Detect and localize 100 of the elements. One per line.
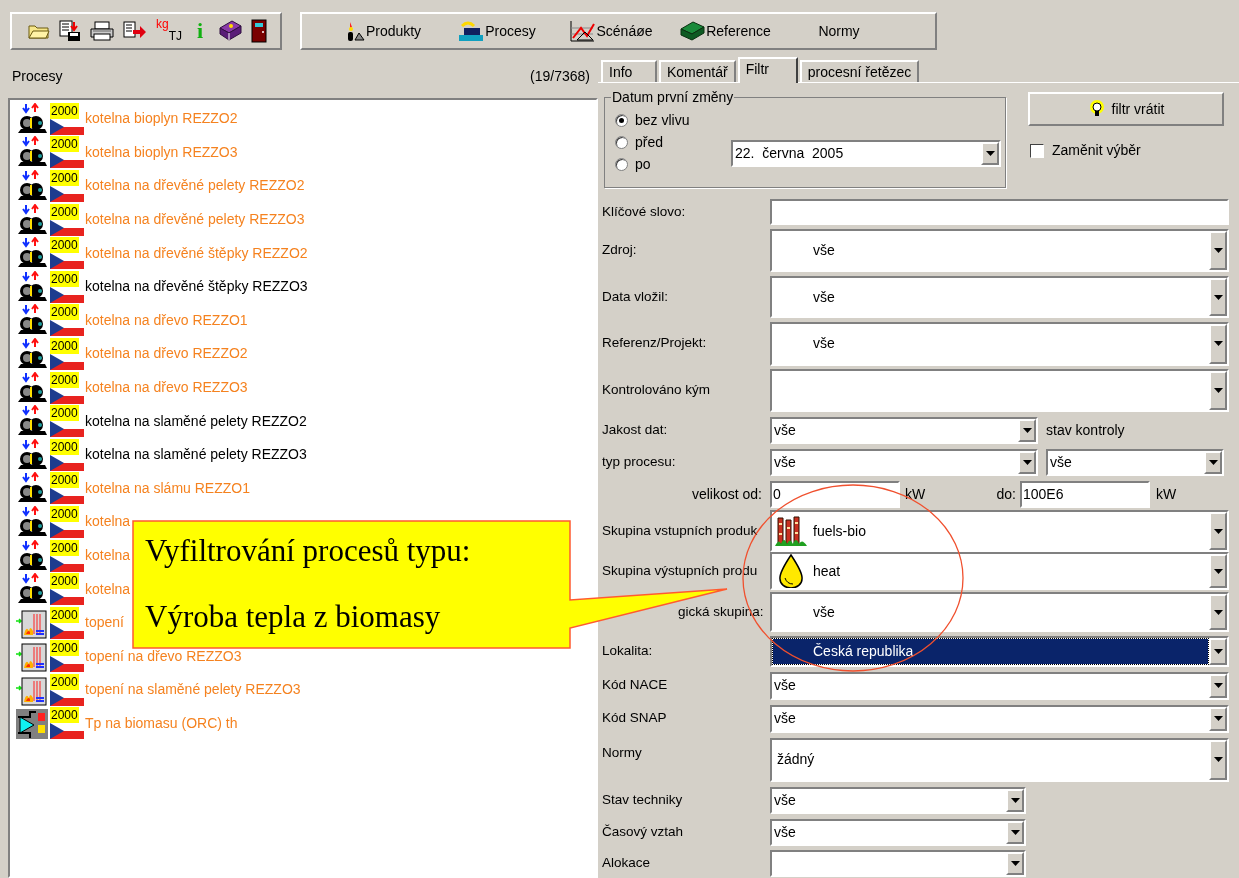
dropdown-button[interactable] bbox=[1209, 638, 1227, 665]
input-field[interactable] bbox=[770, 199, 1229, 225]
dropdown-button[interactable] bbox=[1006, 852, 1024, 875]
dropdown-field[interactable] bbox=[770, 850, 1026, 877]
caret-icon bbox=[1022, 460, 1032, 465]
field-label: Referenz/Projekt: bbox=[602, 334, 708, 353]
dropdown-button[interactable] bbox=[1209, 512, 1227, 550]
dropdown-button[interactable] bbox=[1209, 594, 1227, 630]
flag-icon bbox=[50, 521, 84, 538]
caret-icon bbox=[1213, 341, 1223, 346]
caret-icon bbox=[1213, 388, 1223, 393]
radio-label: po bbox=[635, 154, 651, 174]
process-name[interactable]: kotelna na slaměné pelety REZZO3 bbox=[85, 444, 307, 466]
boiler-icon bbox=[16, 170, 48, 202]
dropdown-field[interactable]: vše bbox=[1046, 449, 1224, 476]
flag-icon bbox=[50, 219, 84, 236]
factory-icon bbox=[458, 20, 485, 42]
boiler-icon bbox=[16, 136, 48, 169]
boiler-icon bbox=[16, 203, 48, 236]
checkbox[interactable] bbox=[1030, 143, 1044, 158]
input-field[interactable]: 100E6 bbox=[1020, 480, 1150, 508]
nav-button[interactable]: Normy bbox=[784, 16, 894, 46]
dropdown-button[interactable] bbox=[1204, 451, 1222, 474]
flag-icon bbox=[50, 118, 84, 135]
radio-label: před bbox=[635, 132, 664, 152]
units-button[interactable]: kg TJ bbox=[156, 18, 182, 44]
flag-icon bbox=[50, 353, 84, 370]
year-badge: 2000 bbox=[50, 505, 79, 522]
year-badge: 2000 bbox=[50, 472, 79, 489]
machine-icon bbox=[16, 707, 48, 740]
field-label: typ procesu: bbox=[602, 453, 677, 472]
dropdown-button[interactable] bbox=[1018, 419, 1036, 442]
dropdown-field[interactable]: vše bbox=[770, 417, 1038, 444]
year-badge: 2000 bbox=[50, 304, 79, 321]
field-label: Kód SNAP bbox=[602, 709, 668, 728]
year-badge: 2000 bbox=[50, 573, 79, 590]
dropdown-button[interactable] bbox=[1209, 323, 1227, 364]
dropdown-field[interactable]: fuels-bio bbox=[770, 510, 1229, 552]
dropdown-field[interactable]: Česká republika bbox=[770, 636, 1229, 667]
process-name[interactable]: kotelna na dřevěné štěpky REZZO3 bbox=[85, 276, 308, 298]
nav-button[interactable]: Procesy bbox=[442, 16, 552, 46]
door-icon[interactable] bbox=[251, 18, 267, 44]
caret-icon bbox=[1213, 609, 1223, 615]
boiler-icon bbox=[16, 505, 48, 538]
save-icon[interactable] bbox=[59, 18, 81, 44]
chart-icon bbox=[569, 20, 596, 42]
dropdown-field[interactable]: vše bbox=[770, 592, 1229, 632]
dropdown-button[interactable] bbox=[1209, 554, 1227, 588]
dropdown-field[interactable]: vše bbox=[770, 229, 1229, 272]
tab[interactable]: Info bbox=[601, 60, 657, 82]
dropdown-button[interactable] bbox=[1006, 788, 1024, 812]
dropdown-field[interactable]: vše bbox=[770, 818, 1026, 846]
dropdown-field[interactable]: vše bbox=[770, 786, 1026, 814]
boiler-icon bbox=[16, 337, 48, 370]
dropdown-button[interactable] bbox=[1209, 231, 1227, 270]
input-field[interactable]: 0 bbox=[770, 480, 900, 508]
flag-icon bbox=[50, 454, 84, 471]
dropdown-field[interactable]: vše bbox=[770, 449, 1038, 476]
flag-icon bbox=[50, 723, 84, 740]
boiler-icon bbox=[16, 304, 48, 337]
year-badge: 2000 bbox=[50, 136, 79, 153]
dropdown-button[interactable] bbox=[1209, 739, 1227, 780]
year-badge: 2000 bbox=[50, 270, 79, 287]
process-name[interactable]: kotelna na slaměné pelety REZZO2 bbox=[85, 410, 307, 432]
caret-icon bbox=[1213, 757, 1223, 762]
dropdown-button[interactable] bbox=[1209, 706, 1227, 731]
tab[interactable]: Filtr bbox=[737, 57, 798, 83]
date-dropdown[interactable]: 22. června 2005 bbox=[731, 140, 1001, 167]
flag-icon bbox=[50, 488, 84, 505]
dropdown-button[interactable] bbox=[1209, 371, 1227, 410]
nav-button[interactable]: Scénáøe bbox=[556, 16, 666, 46]
dropdown-field[interactable] bbox=[770, 369, 1229, 412]
dropdown-button[interactable] bbox=[981, 142, 999, 165]
flag-icon bbox=[50, 253, 84, 270]
radio-button[interactable] bbox=[615, 157, 628, 171]
year-badge: 2000 bbox=[50, 640, 79, 657]
nav-button[interactable]: Reference bbox=[670, 16, 780, 46]
year-badge: 2000 bbox=[50, 405, 79, 422]
tab[interactable]: procesní řetězec bbox=[799, 60, 920, 82]
dropdown-button[interactable] bbox=[1006, 820, 1024, 844]
dropdown-field[interactable]: vše bbox=[770, 321, 1229, 366]
dropdown-button[interactable] bbox=[1209, 278, 1227, 316]
radio-button[interactable] bbox=[615, 135, 628, 149]
printer-icon[interactable] bbox=[90, 18, 114, 44]
year-badge: 2000 bbox=[50, 606, 79, 623]
dropdown-field[interactable]: žádný bbox=[770, 737, 1229, 782]
item-count: (19/7368) bbox=[530, 67, 590, 86]
caret-icon bbox=[1213, 683, 1223, 688]
dropdown-button[interactable] bbox=[1018, 451, 1036, 474]
dropdown-field[interactable]: vše bbox=[770, 276, 1229, 318]
dropdown-field[interactable]: vše bbox=[770, 671, 1229, 700]
boiler-icon bbox=[16, 573, 48, 606]
dropdown-field[interactable]: vše bbox=[770, 704, 1229, 733]
boiler-icon bbox=[16, 270, 48, 303]
dropdown-field[interactable]: heat bbox=[770, 552, 1229, 590]
tab[interactable]: Komentář bbox=[659, 60, 736, 82]
reset-filter-button[interactable]: filtr vrátit bbox=[1028, 92, 1224, 126]
dropdown-button[interactable] bbox=[1209, 673, 1227, 698]
flag-icon bbox=[50, 320, 84, 337]
nav-button[interactable]: Produkty bbox=[328, 16, 438, 46]
